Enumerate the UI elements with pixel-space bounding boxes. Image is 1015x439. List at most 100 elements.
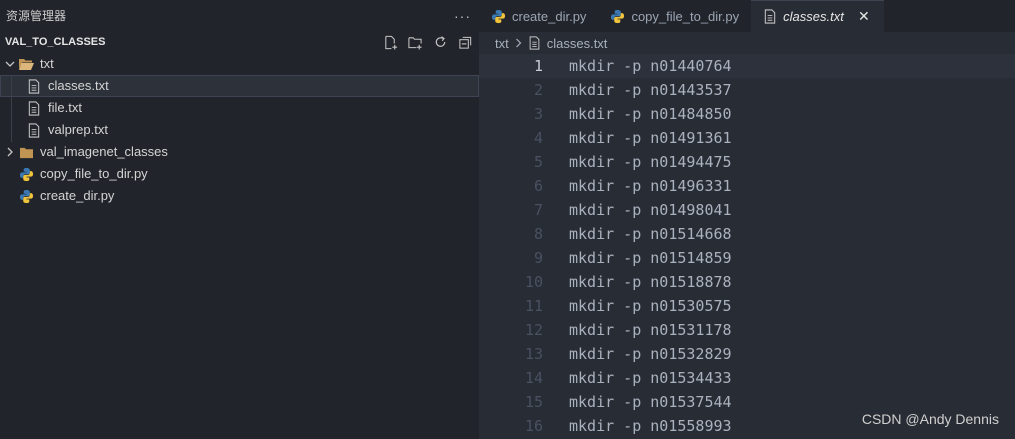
line-text: mkdir -p n01534433 bbox=[569, 369, 732, 387]
line-text: mkdir -p n01532829 bbox=[569, 345, 732, 363]
tab-classes-txt[interactable]: classes.txt ✕ bbox=[751, 0, 884, 32]
tree-item-file-txt[interactable]: file.txt bbox=[0, 97, 479, 119]
tree-item-label: file.txt bbox=[48, 100, 82, 115]
tree-item-valprep-txt[interactable]: valprep.txt bbox=[0, 119, 479, 141]
line-text: mkdir -p n01498041 bbox=[569, 201, 732, 219]
tab-bar: create_dir.py copy_file_to_dir.py classe… bbox=[479, 0, 1015, 32]
python-file-icon bbox=[610, 9, 625, 24]
line-text: mkdir -p n01518878 bbox=[569, 273, 732, 291]
code-line[interactable]: 10 mkdir -p n01518878 bbox=[479, 270, 1015, 294]
chevron-right-icon bbox=[2, 144, 18, 160]
line-number: 15 bbox=[524, 393, 543, 411]
breadcrumb: txt classes.txt bbox=[479, 32, 1015, 54]
tree-item-val-imagenet-classes-folder[interactable]: val_imagenet_classes bbox=[0, 141, 479, 163]
workspace-section-header[interactable]: VAL_TO_CLASSES bbox=[0, 31, 479, 53]
tree-item-label: copy_file_to_dir.py bbox=[40, 166, 148, 181]
tree-item-txt-folder[interactable]: txt bbox=[0, 53, 479, 75]
explorer-sidebar: 资源管理器 ··· VAL_TO_CLASSES txt classes.txt… bbox=[0, 0, 479, 439]
line-text: mkdir -p n01514859 bbox=[569, 249, 732, 267]
line-number: 12 bbox=[524, 321, 543, 339]
folder-icon bbox=[18, 144, 34, 160]
tree-item-label: valprep.txt bbox=[48, 122, 108, 137]
line-number: 11 bbox=[524, 297, 543, 315]
tree-item-label: val_imagenet_classes bbox=[40, 144, 168, 159]
line-number: 10 bbox=[524, 273, 543, 291]
text-file-icon bbox=[26, 100, 42, 116]
breadcrumb-file[interactable]: classes.txt bbox=[547, 36, 608, 51]
text-file-icon bbox=[528, 36, 541, 50]
explorer-header: 资源管理器 ··· bbox=[0, 0, 479, 31]
python-file-icon bbox=[491, 9, 506, 24]
line-number: 2 bbox=[533, 81, 543, 99]
line-number: 14 bbox=[524, 369, 543, 387]
code-line[interactable]: 14 mkdir -p n01534433 bbox=[479, 366, 1015, 390]
tree-item-create-dir-py[interactable]: create_dir.py bbox=[0, 185, 479, 207]
more-actions-button[interactable]: ··· bbox=[454, 8, 471, 24]
tree-item-copy-file-to-dir-py[interactable]: copy_file_to_dir.py bbox=[0, 163, 479, 185]
code-editor[interactable]: 1 mkdir -p n01440764 2 mkdir -p n01443537 … bbox=[479, 54, 1015, 438]
line-text: mkdir -p n01537544 bbox=[569, 393, 732, 411]
close-icon[interactable]: ✕ bbox=[856, 8, 872, 25]
line-text: mkdir -p n01443537 bbox=[569, 81, 732, 99]
tree-item-classes-txt[interactable]: classes.txt bbox=[0, 75, 479, 97]
watermark: CSDN @Andy Dennis bbox=[861, 411, 999, 427]
editor-area: create_dir.py copy_file_to_dir.py classe… bbox=[479, 0, 1015, 439]
tab-label: classes.txt bbox=[783, 9, 844, 24]
tab-create-dir-py[interactable]: create_dir.py bbox=[479, 0, 598, 32]
line-number: 1 bbox=[533, 57, 543, 75]
code-line[interactable]: 2 mkdir -p n01443537 bbox=[479, 78, 1015, 102]
line-number: 3 bbox=[533, 105, 543, 123]
line-text: mkdir -p n01558993 bbox=[569, 417, 732, 435]
line-text: mkdir -p n01530575 bbox=[569, 297, 732, 315]
tree-item-label: classes.txt bbox=[48, 78, 109, 93]
line-text: mkdir -p n01484850 bbox=[569, 105, 732, 123]
code-line[interactable]: 6 mkdir -p n01496331 bbox=[479, 174, 1015, 198]
folder-open-icon bbox=[18, 56, 34, 72]
explorer-title: 资源管理器 bbox=[6, 9, 67, 23]
text-file-icon bbox=[763, 9, 777, 24]
tab-label: create_dir.py bbox=[512, 8, 587, 24]
line-number: 16 bbox=[524, 417, 543, 435]
code-line[interactable]: 1 mkdir -p n01440764 bbox=[479, 54, 1015, 78]
new-folder-icon[interactable] bbox=[407, 34, 423, 50]
line-number: 5 bbox=[533, 153, 543, 171]
line-number: 9 bbox=[533, 249, 543, 267]
code-line[interactable]: 3 mkdir -p n01484850 bbox=[479, 102, 1015, 126]
line-number: 4 bbox=[533, 129, 543, 147]
code-line[interactable]: 11 mkdir -p n01530575 bbox=[479, 294, 1015, 318]
line-text: mkdir -p n01494475 bbox=[569, 153, 732, 171]
code-line[interactable]: 7 mkdir -p n01498041 bbox=[479, 198, 1015, 222]
line-text: mkdir -p n01491361 bbox=[569, 129, 732, 147]
code-line[interactable]: 8 mkdir -p n01514668 bbox=[479, 222, 1015, 246]
line-number: 7 bbox=[533, 201, 543, 219]
section-actions bbox=[382, 34, 473, 50]
tree-item-label: txt bbox=[40, 56, 54, 71]
line-number: 8 bbox=[533, 225, 543, 243]
code-line[interactable]: 13 mkdir -p n01532829 bbox=[479, 342, 1015, 366]
line-text: mkdir -p n01440764 bbox=[569, 57, 732, 75]
code-line[interactable]: 9 mkdir -p n01514859 bbox=[479, 246, 1015, 270]
collapse-all-icon[interactable] bbox=[457, 34, 473, 50]
tree-item-label: create_dir.py bbox=[40, 188, 115, 203]
line-text: mkdir -p n01496331 bbox=[569, 177, 732, 195]
workspace-name: VAL_TO_CLASSES bbox=[5, 36, 106, 48]
breadcrumb-folder[interactable]: txt bbox=[495, 36, 509, 51]
text-file-icon bbox=[26, 122, 42, 138]
python-file-icon bbox=[18, 188, 34, 204]
code-line[interactable]: 4 mkdir -p n01491361 bbox=[479, 126, 1015, 150]
code-line[interactable]: 5 mkdir -p n01494475 bbox=[479, 150, 1015, 174]
chevron-down-icon bbox=[2, 56, 18, 72]
line-number: 13 bbox=[524, 345, 543, 363]
refresh-icon[interactable] bbox=[432, 34, 448, 50]
python-file-icon bbox=[18, 166, 34, 182]
chevron-right-icon bbox=[514, 36, 523, 51]
line-text: mkdir -p n01531178 bbox=[569, 321, 732, 339]
line-text: mkdir -p n01514668 bbox=[569, 225, 732, 243]
tab-copy-file-to-dir-py[interactable]: copy_file_to_dir.py bbox=[598, 0, 751, 32]
new-file-icon[interactable] bbox=[382, 34, 398, 50]
indent-guide bbox=[11, 76, 12, 142]
text-file-icon bbox=[26, 78, 42, 94]
line-number: 6 bbox=[533, 177, 543, 195]
code-line[interactable]: 12 mkdir -p n01531178 bbox=[479, 318, 1015, 342]
tab-label: copy_file_to_dir.py bbox=[631, 8, 740, 24]
